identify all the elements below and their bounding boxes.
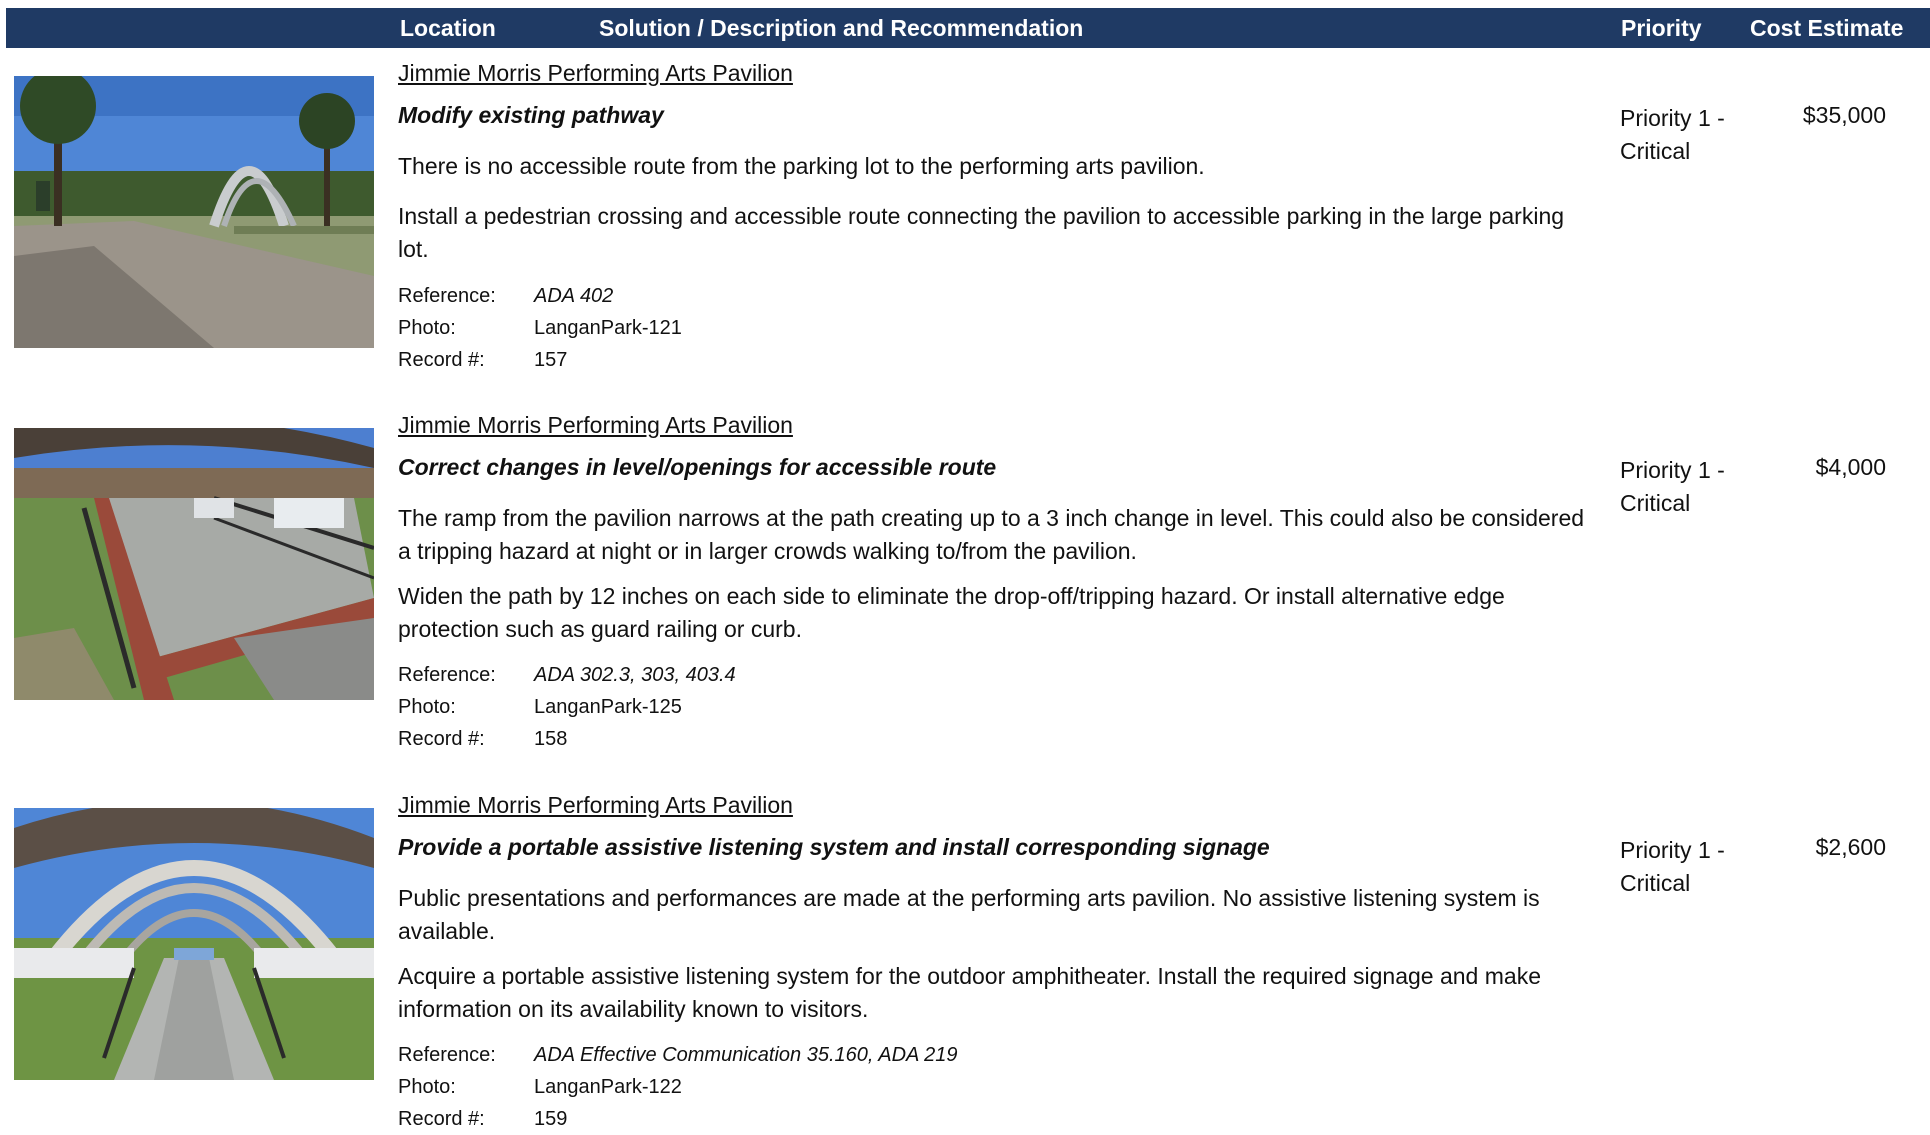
photo-ramp xyxy=(14,428,374,700)
record-value: 159 xyxy=(534,1108,568,1130)
photo-value: LanganPark-122 xyxy=(534,1076,682,1098)
priority-value: Priority 1 - Critical xyxy=(1620,105,1725,164)
priority-value: Priority 1 - Critical xyxy=(1620,837,1725,896)
solution-title: Modify existing pathway xyxy=(398,102,664,128)
reference-value: ADA 302.3, 303, 403.4 xyxy=(534,664,736,686)
photo-label: Photo: xyxy=(398,1076,456,1098)
photo-label: Photo: xyxy=(398,696,456,718)
record-label: Record #: xyxy=(398,728,485,750)
cost-value: $2,600 xyxy=(1815,834,1886,860)
header-priority: Priority xyxy=(1621,15,1702,41)
recommendation-text: Widen the path by 12 inches on each side… xyxy=(398,583,1505,642)
record-value: 158 xyxy=(534,728,568,750)
reference-label: Reference: xyxy=(398,285,496,307)
location-link[interactable]: Jimmie Morris Performing Arts Pavilion xyxy=(398,60,793,87)
table-header: Location Solution / Description and Reco… xyxy=(6,8,1930,48)
header-solution: Solution / Description and Recommendatio… xyxy=(599,15,1084,41)
reference-label: Reference: xyxy=(398,664,496,686)
location-link[interactable]: Jimmie Morris Performing Arts Pavilion xyxy=(398,792,793,819)
photo-label: Photo: xyxy=(398,317,456,339)
photo-pathway xyxy=(14,76,374,348)
photo-value: LanganPark-125 xyxy=(534,696,682,718)
reference-label: Reference: xyxy=(398,1044,496,1066)
photo-value: LanganPark-121 xyxy=(534,317,682,339)
record-label: Record #: xyxy=(398,349,485,371)
record-label: Record #: xyxy=(398,1108,485,1130)
record-value: 157 xyxy=(534,349,568,371)
location-link[interactable]: Jimmie Morris Performing Arts Pavilion xyxy=(398,412,793,439)
photo-amphitheater xyxy=(14,808,374,1080)
reference-value: ADA 402 xyxy=(534,285,614,307)
recommendation-text: Install a pedestrian crossing and access… xyxy=(398,203,1565,262)
reference-value: ADA Effective Communication 35.160, ADA … xyxy=(534,1044,958,1066)
priority-value: Priority 1 - Critical xyxy=(1620,457,1725,516)
solution-title: Provide a portable assistive listening s… xyxy=(398,834,1270,860)
description-text: Public presentations and performances ar… xyxy=(398,885,1540,944)
description-text: There is no accessible route from the pa… xyxy=(398,153,1205,179)
header-cost-estimate: Cost Estimate xyxy=(1750,15,1904,41)
cost-value: $4,000 xyxy=(1815,454,1886,480)
recommendation-text: Acquire a portable assistive listening s… xyxy=(398,963,1541,1022)
header-location: Location xyxy=(400,15,496,41)
description-text: The ramp from the pavilion narrows at th… xyxy=(398,505,1585,564)
solution-title: Correct changes in level/openings for ac… xyxy=(398,454,997,480)
cost-value: $35,000 xyxy=(1802,102,1886,128)
